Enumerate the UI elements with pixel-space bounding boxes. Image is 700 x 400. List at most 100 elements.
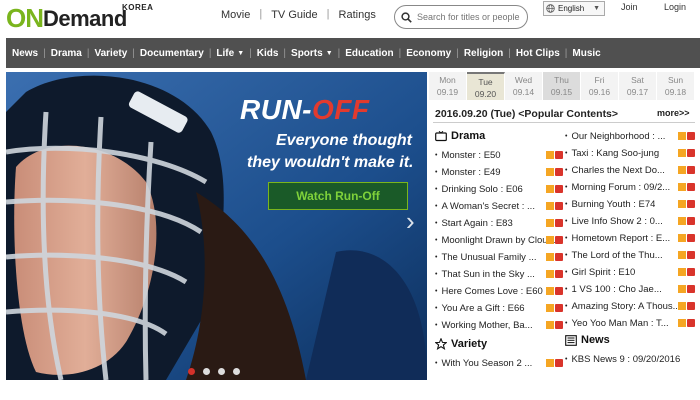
list-item[interactable]: • Yeo Yoo Man Man : T... xyxy=(565,315,695,332)
list-item[interactable]: • Morning Forum : 09/2... xyxy=(565,179,695,196)
day-date: 09.16 xyxy=(588,87,611,97)
nav-movie[interactable]: Movie xyxy=(212,8,259,22)
category-music[interactable]: Music xyxy=(572,48,600,59)
subtitle-badge-icon xyxy=(546,236,554,244)
hd-badge-icon xyxy=(555,287,563,295)
list-item[interactable]: • Live Info Show 2 : 0... xyxy=(565,213,695,230)
day-of-week: Sun xyxy=(667,75,684,85)
subtitle-badge-icon xyxy=(546,253,554,261)
list-item[interactable]: • Working Mother, Ba... xyxy=(435,317,563,334)
hero-subtitle-line-1: Everyone thought xyxy=(276,132,413,149)
day-tab-selected[interactable]: Tue 09.20 xyxy=(467,72,505,100)
carousel-dot[interactable] xyxy=(203,368,210,375)
subtitle-badge-icon xyxy=(678,200,686,208)
bullet-icon: • xyxy=(435,152,438,159)
category-kids[interactable]: Kids xyxy=(257,48,279,59)
bullet-icon: • xyxy=(435,288,438,295)
logo-korea-text: KOREA xyxy=(122,3,154,12)
list-item[interactable]: • Start Again : E83 xyxy=(435,215,563,232)
list-item[interactable]: • Monster : E50 xyxy=(435,147,563,164)
nav-tv-guide[interactable]: TV Guide xyxy=(262,8,326,22)
bullet-icon: • xyxy=(435,169,438,176)
list-item[interactable]: • 1 VS 100 : Cho Jae... xyxy=(565,281,695,298)
list-item[interactable]: • With You Season 2 ... xyxy=(435,355,563,372)
day-tab[interactable]: Wed 09.14 xyxy=(505,72,543,100)
list-item[interactable]: • Hometown Report : E... xyxy=(565,230,695,247)
badge-group xyxy=(546,236,563,244)
list-item[interactable]: • Amazing Story: A Thous... xyxy=(565,298,695,315)
category-education[interactable]: Education xyxy=(345,48,393,59)
search-icon[interactable] xyxy=(401,11,412,23)
list-item[interactable]: • Burning Youth : E74 xyxy=(565,196,695,213)
subtitle-badge-icon xyxy=(678,149,686,157)
day-of-week: Fri xyxy=(594,75,605,85)
list-item[interactable]: • The Unusual Family ... xyxy=(435,249,563,266)
hero-banner[interactable]: RUN-OFF Everyone thought they wouldn't m… xyxy=(6,72,427,380)
subtitle-badge-icon xyxy=(678,166,686,174)
chevron-down-icon: ▼ xyxy=(325,49,333,57)
category-variety[interactable]: Variety xyxy=(94,48,127,59)
list-item[interactable]: • Here Comes Love : E60 xyxy=(435,283,563,300)
category-life[interactable]: Life ▼ xyxy=(216,48,244,59)
category-documentary[interactable]: Documentary xyxy=(140,48,204,59)
category-drama[interactable]: Drama xyxy=(51,48,82,59)
carousel-dot[interactable] xyxy=(233,368,240,375)
day-date: 09.20 xyxy=(474,89,497,99)
day-of-week: Mon xyxy=(439,75,456,85)
list-item-title: Live Info Show 2 : 0... xyxy=(571,216,663,227)
list-item[interactable]: • Monster : E49 xyxy=(435,164,563,181)
list-item[interactable]: • Taxi : Kang Soo-jung xyxy=(565,145,695,162)
header: ON Demand KOREA Movie | TV Guide | Rating… xyxy=(0,0,700,36)
subtitle-badge-icon xyxy=(678,183,686,191)
bullet-icon: • xyxy=(565,133,568,140)
search-box[interactable] xyxy=(394,5,528,29)
bullet-icon: • xyxy=(435,237,438,244)
category-sports[interactable]: Sports ▼ xyxy=(291,48,333,59)
list-item[interactable]: • That Sun in the Sky ... xyxy=(435,266,563,283)
list-item[interactable]: • Our Neighborhood : ... xyxy=(565,128,695,145)
category-label: Life xyxy=(216,47,235,59)
language-select[interactable]: English ▼ xyxy=(543,1,605,16)
list-item[interactable]: • Girl Spirit : E10 xyxy=(565,264,695,281)
subtitle-badge-icon xyxy=(678,132,686,140)
day-tab[interactable]: Mon 09.19 xyxy=(429,72,467,100)
more-link[interactable]: more>> xyxy=(657,108,690,118)
bullet-icon: • xyxy=(435,360,438,367)
list-item[interactable]: • A Woman's Secret : ... xyxy=(435,198,563,215)
category-religion[interactable]: Religion xyxy=(464,48,503,59)
nav-ratings[interactable]: Ratings xyxy=(330,8,385,22)
site-logo[interactable]: ON Demand KOREA xyxy=(6,3,153,33)
subtitle-badge-icon xyxy=(546,219,554,227)
day-tab[interactable]: Fri 09.16 xyxy=(581,72,619,100)
category-hot-clips[interactable]: Hot Clips xyxy=(516,48,560,59)
join-link[interactable]: Join xyxy=(621,2,638,12)
hd-badge-icon xyxy=(687,234,695,242)
tv-icon xyxy=(435,130,447,141)
category-separator: | xyxy=(249,47,252,59)
login-link[interactable]: Login xyxy=(664,2,686,12)
list-item[interactable]: • Moonlight Drawn by Clou... xyxy=(435,232,563,249)
day-tab[interactable]: Thu 09.15 xyxy=(543,72,581,100)
search-input[interactable] xyxy=(417,12,521,22)
badge-group xyxy=(678,268,695,276)
day-tab[interactable]: Sun 09.18 xyxy=(657,72,695,100)
list-item[interactable]: • You Are a Gift : E66 xyxy=(435,300,563,317)
list-item[interactable]: • Drinking Solo : E06 xyxy=(435,181,563,198)
right-list: • Our Neighborhood : ... • Taxi : Kang Soo-… xyxy=(565,128,695,332)
next-slide-icon[interactable]: › xyxy=(406,206,415,237)
category-separator: | xyxy=(398,47,402,59)
day-tab[interactable]: Sat 09.17 xyxy=(619,72,657,100)
list-item-title: Our Neighborhood : ... xyxy=(571,131,666,142)
watch-button[interactable]: Watch Run-Off xyxy=(268,182,408,210)
carousel-dot[interactable] xyxy=(188,368,195,375)
category-separator: | xyxy=(86,47,90,59)
list-item[interactable]: • Charles the Next Do... xyxy=(565,162,695,179)
category-economy[interactable]: Economy xyxy=(406,48,451,59)
subtitle-badge-icon xyxy=(546,168,554,176)
carousel-dot[interactable] xyxy=(218,368,225,375)
list-item-title: Girl Spirit : E10 xyxy=(571,267,636,278)
list-item[interactable]: • The Lord of the Thu... xyxy=(565,247,695,264)
list-item[interactable]: • KBS News 9 : 09/20/2016 xyxy=(565,351,695,368)
logo-on-text: ON xyxy=(6,3,44,33)
category-news[interactable]: News xyxy=(12,48,38,59)
